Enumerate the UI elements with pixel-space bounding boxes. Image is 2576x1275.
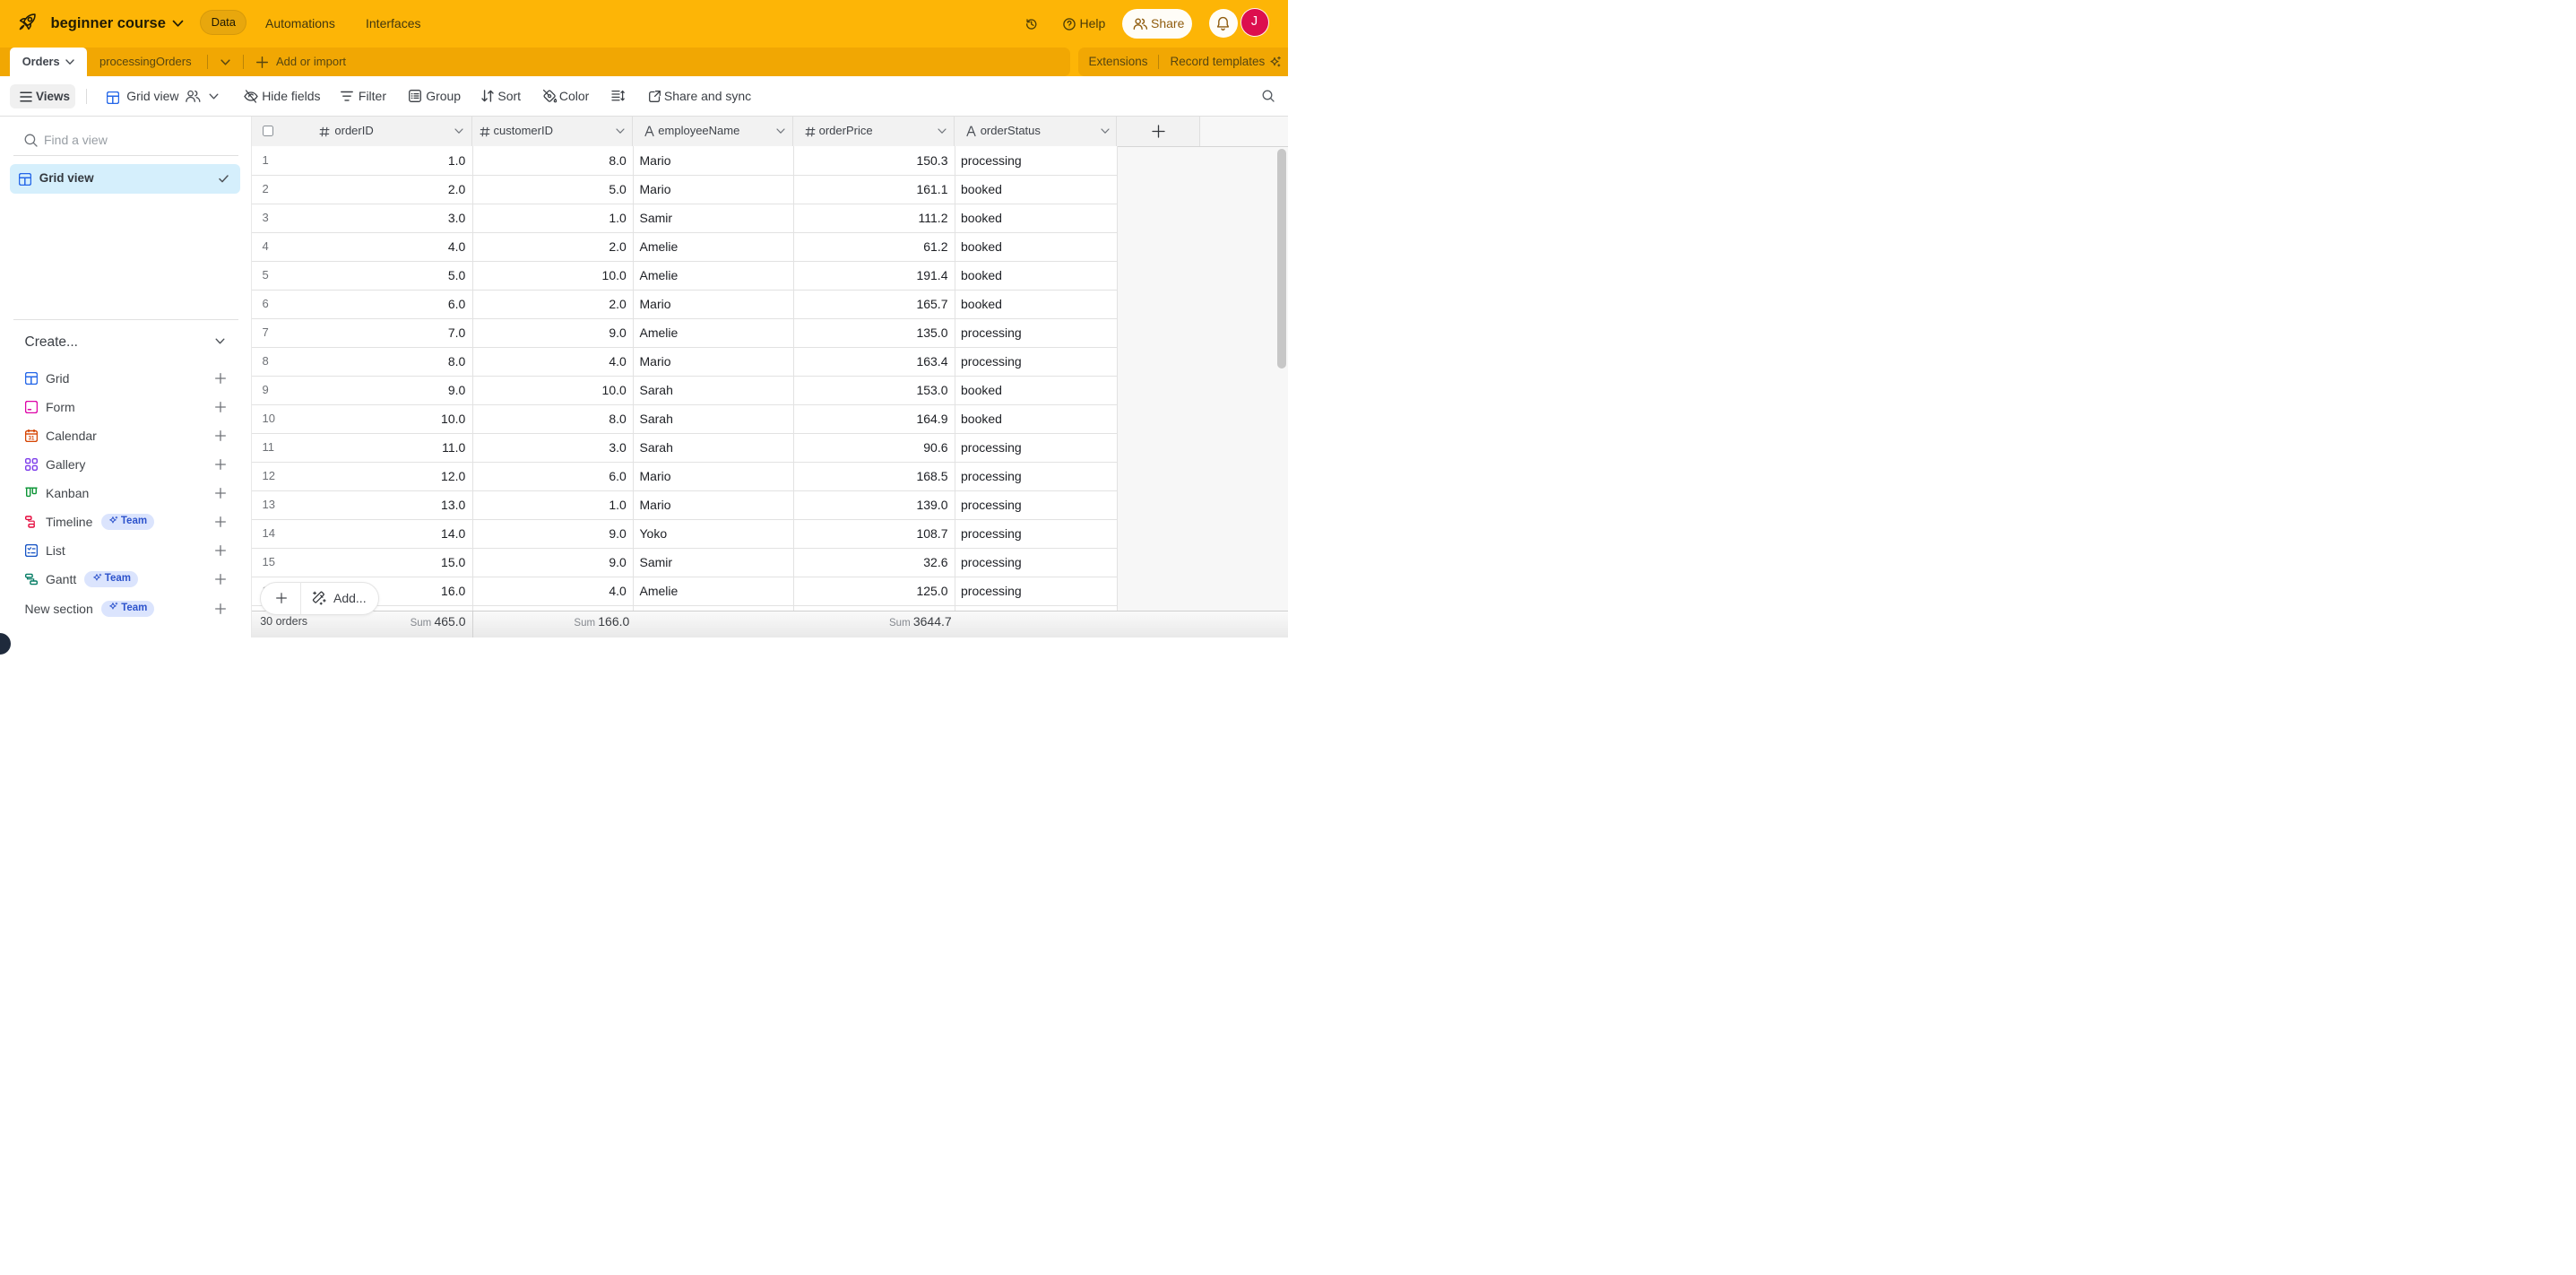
svg-text:31: 31	[28, 436, 34, 441]
